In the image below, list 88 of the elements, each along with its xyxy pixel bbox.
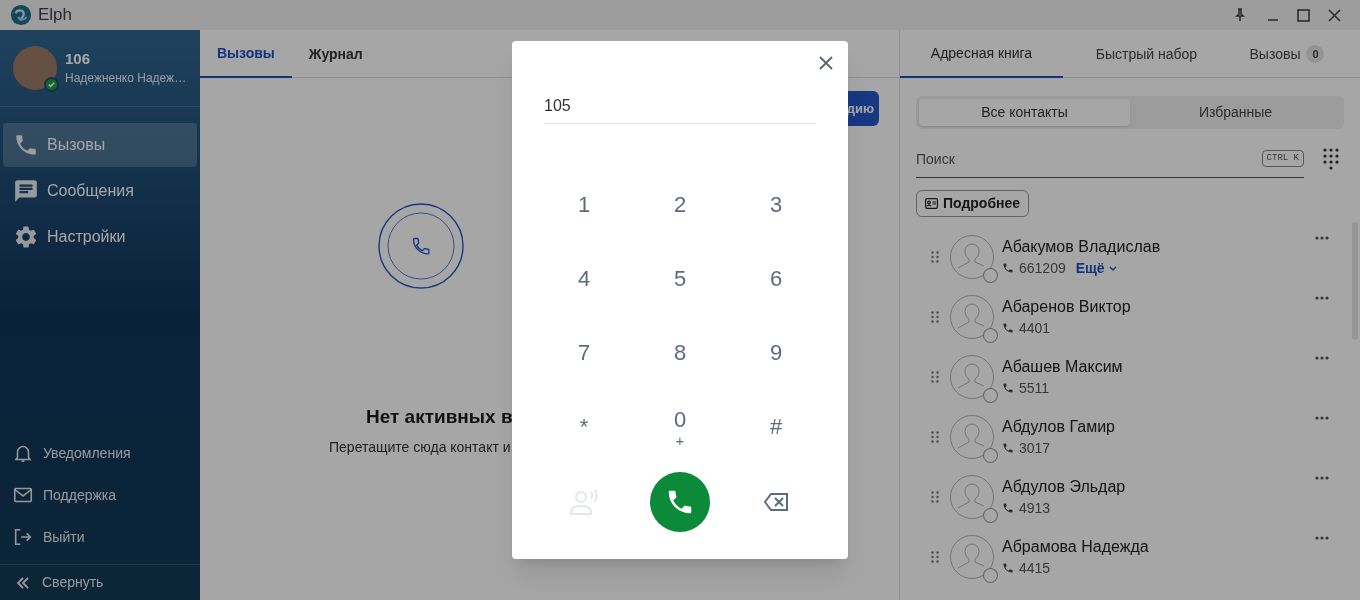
dial-key[interactable]: 6	[728, 242, 824, 316]
drag-handle-icon[interactable]	[931, 311, 939, 323]
tab[interactable]: Быстрый набор	[1063, 30, 1230, 78]
number-input[interactable]: 105	[544, 88, 816, 124]
dial-key[interactable]: 7	[536, 316, 632, 390]
empty-state-title: Нет активных в	[366, 405, 513, 429]
contact-name: Абдулов Эльдар	[1002, 477, 1126, 497]
dial-key[interactable]: 5	[632, 242, 728, 316]
contact-name: Абакумов Владислав	[1002, 237, 1161, 257]
avatar-silhouette-icon	[950, 475, 994, 519]
chevron-down-icon	[1108, 265, 1117, 271]
contact-name: Абрамова Надежда	[1002, 537, 1149, 557]
avatar-silhouette-icon	[950, 295, 994, 339]
more-options-icon[interactable]	[1315, 236, 1329, 240]
details-button[interactable]: Подробнее	[916, 190, 1030, 217]
nav-link[interactable]: Выйти	[0, 516, 200, 558]
nav-link[interactable]: Уведомления	[0, 432, 200, 474]
phone-icon	[1002, 562, 1014, 574]
phone-number: 5511	[1019, 378, 1050, 398]
drag-handle-icon[interactable]	[931, 371, 939, 383]
phone-number: 3017	[1019, 438, 1051, 458]
app-logo-icon	[10, 4, 32, 26]
drag-handle-icon[interactable]	[931, 251, 939, 263]
nav-item[interactable]: Сообщения	[3, 169, 197, 213]
dial-key[interactable]: 4	[536, 242, 632, 316]
tab[interactable]: Вызовы 0	[1230, 30, 1344, 78]
more-options-icon[interactable]	[1315, 476, 1329, 480]
avatar-silhouette-icon	[950, 535, 994, 579]
count-badge: 0	[1306, 45, 1325, 63]
nav-link[interactable]: Поддержка	[0, 474, 200, 516]
avatar-silhouette-icon	[950, 235, 994, 279]
search-field[interactable]: Поиск	[916, 143, 1262, 174]
empty-state-text: Перетащите сюда контакт и	[329, 438, 511, 457]
avatar	[13, 46, 57, 90]
phone-number: 4415	[1019, 558, 1051, 578]
more-options-icon[interactable]	[1315, 416, 1329, 420]
drag-handle-icon[interactable]	[931, 431, 939, 443]
close-icon[interactable]	[1328, 8, 1341, 22]
phone-icon	[1002, 262, 1014, 274]
close-icon[interactable]	[819, 56, 833, 70]
phone-number: 4913	[1019, 498, 1051, 518]
dial-key[interactable]: 8	[632, 316, 728, 390]
dial-key[interactable]: 0 +	[632, 390, 728, 464]
logout-icon	[12, 526, 34, 548]
window-title: Elph	[38, 4, 73, 27]
phone-icon	[1002, 442, 1014, 454]
avatar-silhouette-icon	[950, 415, 994, 459]
phone-icon	[1002, 322, 1014, 334]
phone-number: 661209	[1019, 258, 1066, 278]
dial-key[interactable]: 1	[536, 168, 632, 242]
shortcut-hint: CTRL K	[1261, 149, 1304, 168]
more-link[interactable]: Ещё	[1075, 257, 1117, 279]
contact-name: Абдулов Гамир	[1002, 417, 1115, 437]
contact-name: Абашев Максим	[1002, 357, 1123, 377]
phone-icon	[13, 132, 39, 158]
settings-icon	[13, 224, 39, 250]
phone-icon	[1002, 502, 1014, 514]
filter-option[interactable]: Все контакты	[919, 99, 1130, 126]
dial-key[interactable]: 2	[632, 168, 728, 242]
phone-ring-icon	[378, 203, 464, 289]
double-chevron-icon	[16, 575, 30, 590]
drag-handle-icon[interactable]	[931, 551, 939, 563]
dialpad-icon[interactable]	[1323, 148, 1339, 170]
more-options-icon[interactable]	[1315, 536, 1329, 540]
more-options-icon[interactable]	[1315, 296, 1329, 300]
call-button[interactable]	[650, 472, 710, 532]
chat-icon	[13, 178, 39, 204]
tab[interactable]: Адресная книга	[900, 30, 1063, 78]
nav-item[interactable]: Настройки	[3, 215, 197, 259]
contact-name: Абаренов Виктор	[1002, 297, 1131, 317]
dial-key[interactable]: 3	[728, 168, 824, 242]
user-extension: 106	[65, 49, 92, 69]
phone-number: 4401	[1019, 318, 1051, 338]
tab[interactable]: Вызовы	[200, 30, 292, 78]
user-name: Надежненко Надеж…	[65, 70, 187, 87]
pin-icon[interactable]	[1234, 8, 1246, 22]
phone-icon	[1002, 382, 1014, 394]
avatar-silhouette-icon	[950, 355, 994, 399]
drag-handle-icon[interactable]	[931, 491, 939, 503]
tab[interactable]: Журнал	[291, 30, 380, 78]
contact-card-icon	[925, 198, 938, 209]
dial-key[interactable]: #	[728, 390, 824, 464]
backspace-icon[interactable]	[764, 493, 788, 511]
dial-key[interactable]: *	[536, 390, 632, 464]
more-options-icon[interactable]	[1315, 356, 1329, 360]
maximize-icon[interactable]	[1297, 8, 1310, 22]
filter-option[interactable]: Избранные	[1130, 99, 1341, 126]
dial-key[interactable]: 9	[728, 316, 824, 390]
